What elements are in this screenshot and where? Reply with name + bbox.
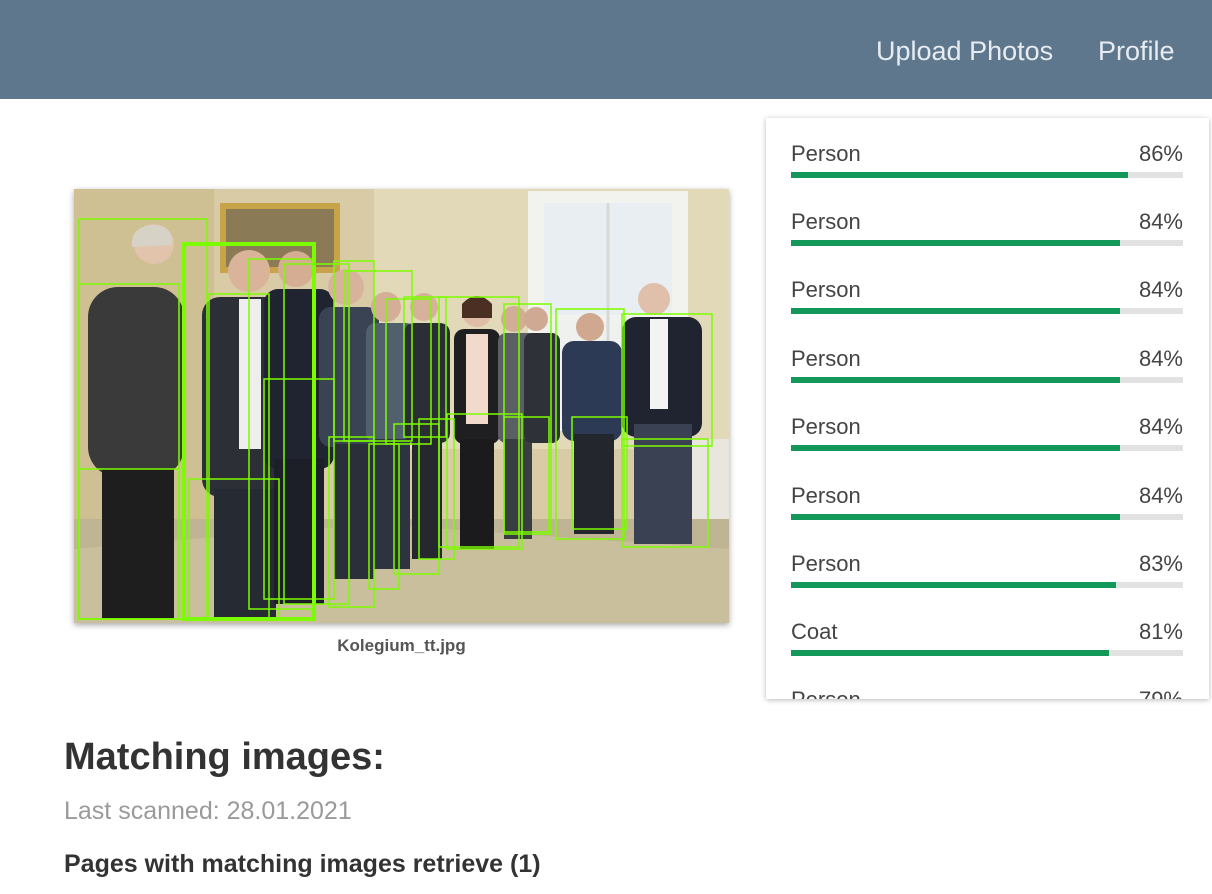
confidence-bar: [791, 514, 1183, 520]
labels-panel[interactable]: Person 86% Person 84% Person 84% Person …: [766, 118, 1209, 699]
label-item: Person 79%: [791, 686, 1183, 699]
pages-with-matches-heading: Pages with matching images retrieve (1): [64, 850, 541, 878]
label-score: 86%: [1138, 141, 1183, 166]
label-name: Person: [791, 551, 861, 576]
label-item: Person 84%: [791, 208, 1183, 268]
label-score: 84%: [1138, 414, 1183, 439]
confidence-bar-fill: [791, 582, 1117, 588]
confidence-bar-fill: [791, 514, 1121, 520]
photo-canvas: [74, 189, 729, 623]
label-name: Person: [791, 686, 861, 699]
label-item: Person 84%: [791, 413, 1183, 473]
confidence-bar-fill: [791, 172, 1129, 178]
upload-photos-link[interactable]: Upload Photos: [876, 33, 1053, 69]
confidence-bar: [791, 377, 1183, 383]
label-score: 84%: [1138, 209, 1183, 234]
profile-link[interactable]: Profile: [1098, 33, 1175, 69]
top-navbar: Upload Photos Profile: [0, 0, 1212, 99]
label-name: Coat: [791, 619, 838, 644]
last-scanned-text: Last scanned: 28.01.2021: [64, 797, 352, 825]
image-filename: Kolegium_tt.jpg: [337, 636, 466, 655]
label-name: Person: [791, 483, 861, 508]
analyzed-photo: [74, 189, 729, 623]
confidence-bar-fill: [791, 240, 1121, 246]
confidence-bar: [791, 172, 1183, 178]
confidence-bar: [791, 582, 1183, 588]
confidence-bar: [791, 650, 1183, 656]
confidence-bar: [791, 308, 1183, 314]
label-item: Person 83%: [791, 550, 1183, 610]
label-score: 83%: [1138, 551, 1183, 576]
label-score: 84%: [1138, 483, 1183, 508]
confidence-bar: [791, 240, 1183, 246]
label-item: Coat 81%: [791, 618, 1183, 678]
confidence-bar-fill: [791, 445, 1121, 451]
label-name: Person: [791, 346, 861, 371]
label-name: Person: [791, 277, 861, 302]
label-item: Person 84%: [791, 345, 1183, 405]
label-name: Person: [791, 209, 861, 234]
confidence-bar-fill: [791, 308, 1121, 314]
label-score: 84%: [1138, 346, 1183, 371]
label-name: Person: [791, 141, 861, 166]
label-item: Person 86%: [791, 140, 1183, 200]
label-score: 81%: [1138, 619, 1183, 644]
confidence-bar-fill: [791, 377, 1121, 383]
label-name: Person: [791, 414, 861, 439]
confidence-bar: [791, 445, 1183, 451]
label-score: 79%: [1139, 686, 1183, 699]
label-score: 84%: [1138, 277, 1183, 302]
matching-images-heading: Matching images:: [64, 736, 385, 778]
label-item: Person 84%: [791, 482, 1183, 542]
confidence-bar-fill: [791, 650, 1109, 656]
label-item: Person 84%: [791, 276, 1183, 336]
